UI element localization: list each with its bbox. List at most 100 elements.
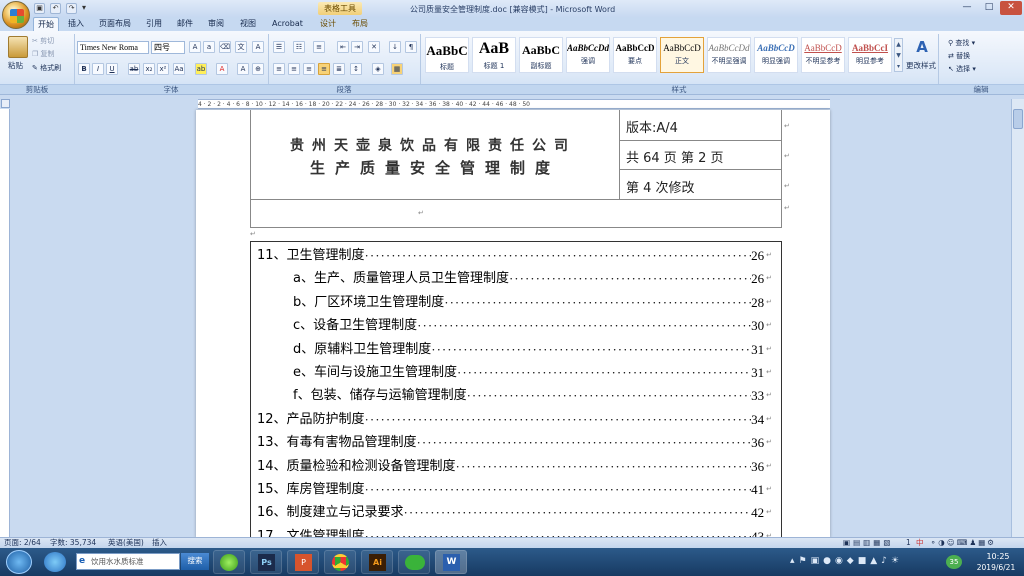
ie-taskbar-app[interactable] [213,550,245,574]
system-tray-icons[interactable]: ▴⚑▣●◉◆■▲♪☀ [790,556,903,566]
chinese-layout-icon[interactable]: ✕ [368,41,380,53]
style-strong[interactable]: AaBbCcD 要点 [613,37,657,73]
superscript-icon[interactable]: x² [157,63,169,75]
document-page[interactable]: 贵州天壶泉饮品有限责任公司 生产质量安全管理制度 版本:A/4 共 64 页 第… [196,110,830,538]
font-name-select[interactable]: Times New Roma [77,41,149,54]
char-shading-icon[interactable]: A [237,63,249,75]
vertical-ruler[interactable] [0,109,10,537]
search-input[interactable]: 饮用水水质标准 [76,553,180,570]
cut-button[interactable]: ✂ 剪切 [32,36,54,46]
change-styles-icon[interactable]: A [912,38,932,56]
ruler-toggle-button[interactable] [1,99,10,108]
strikethrough-icon[interactable]: ab [128,63,140,75]
clock-time[interactable]: 10:25 [980,552,1016,561]
page-indicator[interactable]: 页面: 2/64 [4,538,41,548]
undo-icon[interactable]: ↶ [50,3,61,14]
increase-indent-icon[interactable]: ⇥ [351,41,363,53]
style-subtitle[interactable]: AaBbC 副标题 [519,37,563,73]
toc-entry[interactable]: e、车间与设施卫生管理制度 ···························… [257,361,772,384]
style-title[interactable]: AaBbC 标题 [425,37,469,73]
chrome-app[interactable] [324,550,356,574]
illustrator-app[interactable]: Ai [361,550,393,574]
tab-page-layout[interactable]: 页面布局 [95,17,135,31]
tab-insert[interactable]: 插入 [64,17,88,31]
start-button[interactable] [6,550,32,574]
decrease-indent-icon[interactable]: ⇤ [337,41,349,53]
tab-acrobat[interactable]: Acrobat [268,17,307,31]
subscript-icon[interactable]: x₂ [143,63,155,75]
powerpoint-app[interactable]: P [287,550,319,574]
tab-references[interactable]: 引用 [142,17,166,31]
enclose-char-icon[interactable]: ⊕ [252,63,264,75]
word-app[interactable]: W [435,550,467,574]
style-normal[interactable]: AaBbCcD 正文 [660,37,704,73]
ime-indicator[interactable]: 中 [916,538,924,548]
style-intense-reference[interactable]: AaBbCcI 明显参考 [848,37,892,73]
insert-mode[interactable]: 插入 [152,538,167,548]
redo-icon[interactable]: ↷ [66,3,77,14]
horizontal-ruler[interactable]: 4 · 2 · 2 · 4 · 6 · 8 · 10 · 12 · 14 · 1… [198,99,830,109]
font-size-select[interactable]: 四号 [151,41,185,54]
tab-review[interactable]: 审阅 [204,17,228,31]
maximize-button[interactable]: □ [978,1,1000,15]
change-case-icon[interactable]: Aa [173,63,185,75]
replace-button[interactable]: ⇄ 替换 [948,51,970,61]
align-center-icon[interactable]: ≡ [288,63,300,75]
toc-entry[interactable]: a、生产、质量管理人员卫生管理制度 ·······················… [257,267,772,290]
shading-icon[interactable]: ◈ [372,63,384,75]
change-styles-button[interactable]: 更改样式 [906,60,936,71]
tab-design[interactable]: 设计 [316,17,340,31]
close-button[interactable]: ✕ [1000,1,1022,15]
word-count[interactable]: 字数: 35,734 [50,538,96,548]
align-right-icon[interactable]: ≡ [303,63,315,75]
align-left-icon[interactable]: ≡ [273,63,285,75]
underline-icon[interactable]: U [106,63,118,75]
font-color-icon[interactable]: A [216,63,228,75]
360-browser-icon[interactable] [44,552,66,572]
vertical-scrollbar[interactable] [1011,99,1024,537]
toc-entry[interactable]: d、原辅料卫生管理制度 ·····························… [257,338,772,361]
zoom-level[interactable]: 1 [906,538,911,548]
copy-button[interactable]: ❐ 复制 [32,49,55,59]
highlight-icon[interactable]: ab [195,63,207,75]
search-button[interactable]: 搜索 [181,553,209,570]
italic-icon[interactable]: I [92,63,104,75]
tray-badge[interactable]: 35 [946,555,962,569]
paste-button[interactable]: 粘贴 [8,60,23,71]
toc-entry[interactable]: c、设备卫生管理制度 ······························… [257,314,772,337]
bold-icon[interactable]: B [78,63,90,75]
multilevel-list-icon[interactable]: ≡ [313,41,325,53]
select-button[interactable]: ↖ 选择 ▾ [948,64,976,74]
toc-entry[interactable]: f、包装、储存与运输管理制度 ··························… [257,384,772,407]
toc-entry[interactable]: 14、质量检验和检测设备管理制度 ························… [257,455,772,478]
styles-scroll[interactable]: ▲ ▼ ▾ [894,38,903,72]
bullets-icon[interactable]: ☰ [273,41,285,53]
language-indicator[interactable]: 英语(美国) [108,538,144,548]
tab-home[interactable]: 开始 [33,17,59,32]
clock-date[interactable]: 2019/6/21 [972,563,1020,572]
tab-view[interactable]: 视图 [236,17,260,31]
style-heading1[interactable]: AaB 标题 1 [472,37,516,73]
save-icon[interactable]: ▣ [34,3,45,14]
style-emphasis[interactable]: AaBbCcDd 强调 [566,37,610,73]
borders-icon[interactable]: ▦ [391,63,403,75]
tab-layout[interactable]: 布局 [348,17,372,31]
grow-font-icon[interactable]: A [189,41,201,53]
ime-toolbar[interactable]: ⚬◑☺⌨♟▦⚙ [930,538,996,548]
style-subtle-reference[interactable]: AaBbCcD 不明显参考 [801,37,845,73]
style-intense-emphasis[interactable]: AaBbCcD 明显强调 [754,37,798,73]
toc-entry[interactable]: 16、制度建立与记录要求 ····························… [257,501,772,524]
style-subtle-emphasis[interactable]: AaBbCcDd 不明显强调 [707,37,751,73]
find-button[interactable]: ⚲ 查找 ▾ [948,38,975,48]
photoshop-app[interactable]: Ps [250,550,282,574]
numbering-icon[interactable]: ☷ [293,41,305,53]
tab-mailings[interactable]: 邮件 [173,17,197,31]
scroll-thumb[interactable] [1013,109,1023,129]
paste-icon[interactable] [8,36,28,58]
format-painter-button[interactable]: ✎ 格式刷 [32,63,61,73]
minimize-button[interactable]: — [956,1,978,15]
toc-entry[interactable]: 12、产品防护制度 ·······························… [257,408,772,431]
shrink-font-icon[interactable]: a [203,41,215,53]
toc-entry[interactable]: 13、有毒有害物品管理制度 ···························… [257,431,772,454]
office-button[interactable] [2,1,30,29]
